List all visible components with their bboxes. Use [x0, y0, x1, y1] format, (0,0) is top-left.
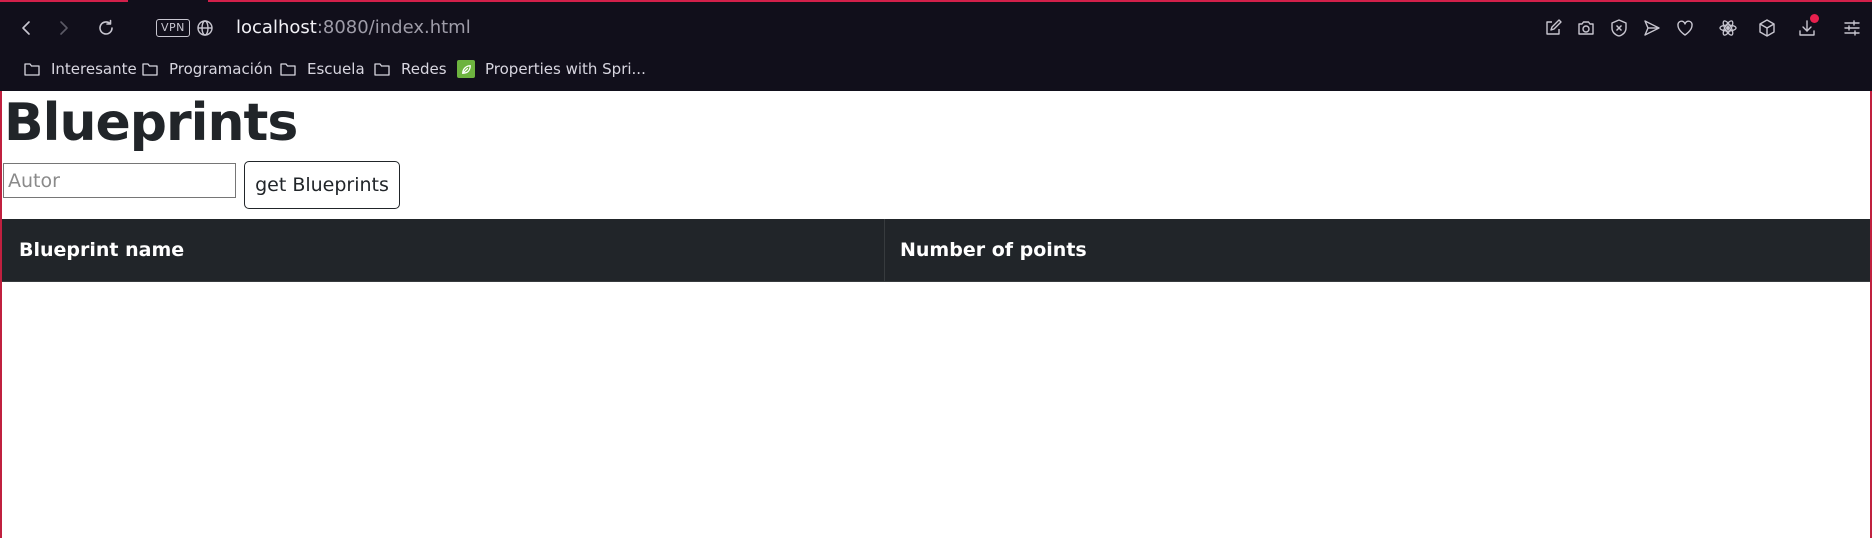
vpn-badge[interactable]: VPN [156, 19, 190, 37]
tab-accent-line [0, 0, 128, 2]
snapshot-share-icon[interactable] [1537, 12, 1569, 44]
page-title: Blueprints [4, 93, 298, 153]
folder-icon [142, 63, 158, 76]
address-bar[interactable]: localhost:8080/index.html [236, 16, 471, 40]
settings-sliders-icon[interactable] [1836, 12, 1868, 44]
folder-icon [24, 63, 40, 76]
folder-icon [374, 63, 390, 76]
back-icon[interactable] [10, 12, 42, 44]
browser-window: VPN localhost:8080/index.html Interesant… [0, 0, 1872, 538]
bookmark-folder-redes[interactable]: Redes [373, 56, 447, 82]
camera-icon[interactable] [1570, 12, 1602, 44]
site-info-icon[interactable] [189, 12, 221, 44]
bookmark-folder-escuela[interactable]: Escuela [279, 56, 365, 82]
cube-icon[interactable] [1751, 12, 1783, 44]
url-path: :8080/index.html [316, 17, 471, 38]
download-icon[interactable] [1791, 12, 1823, 44]
page-content: Blueprints get Blueprints Blueprint name… [0, 91, 1872, 538]
send-icon[interactable] [1636, 12, 1668, 44]
shield-icon[interactable] [1603, 12, 1635, 44]
forward-icon[interactable] [48, 12, 80, 44]
bookmark-label: Properties with Spri... [485, 60, 646, 78]
folder-icon [280, 63, 296, 76]
bookmark-label: Escuela [307, 60, 365, 78]
url-host: localhost [236, 17, 317, 38]
spring-leaf-icon [457, 60, 475, 78]
bookmark-properties-with-spring[interactable]: Properties with Spri... [457, 56, 646, 82]
blueprints-table: Blueprint name Number of points [2, 219, 1870, 282]
page-frame-border [0, 91, 2, 538]
bookmarks-bar: Interesante Programación Escuela Redes P… [0, 52, 1872, 86]
author-input[interactable] [3, 163, 236, 198]
reload-icon[interactable] [90, 12, 122, 44]
heart-icon[interactable] [1669, 12, 1701, 44]
react-icon[interactable] [1712, 12, 1744, 44]
browser-toolbar: VPN localhost:8080/index.html [0, 8, 1872, 48]
column-header-blueprint-name: Blueprint name [2, 219, 885, 282]
column-header-number-of-points: Number of points [884, 219, 1870, 282]
bookmark-folder-programacion[interactable]: Programación [141, 56, 273, 82]
table-header-row: Blueprint name Number of points [2, 219, 1870, 282]
bookmark-label: Redes [401, 60, 447, 78]
tab-accent-line [208, 0, 1872, 2]
get-blueprints-button[interactable]: get Blueprints [244, 161, 400, 209]
notification-dot [1810, 14, 1819, 23]
bookmark-folder-interesante[interactable]: Interesante [23, 56, 137, 82]
bookmark-label: Interesante [51, 60, 137, 78]
browser-chrome: VPN localhost:8080/index.html Interesant… [0, 0, 1872, 91]
bookmark-label: Programación [169, 60, 273, 78]
